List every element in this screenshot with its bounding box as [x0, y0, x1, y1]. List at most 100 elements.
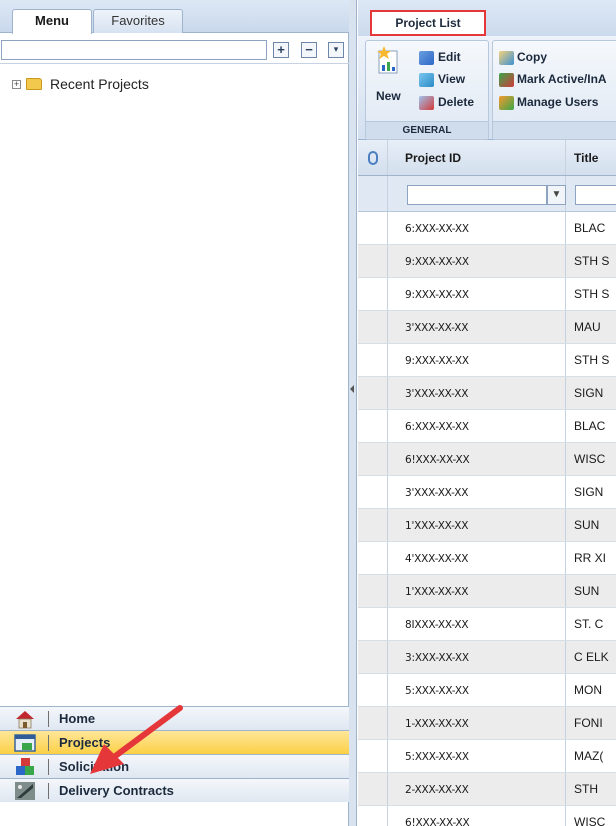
project-id-cell: 5:XXX-XX-XX: [389, 674, 566, 706]
ribbon-tab-strip: Project List: [358, 0, 616, 36]
project-id-cell: 1-XXX-XX-XX: [389, 707, 566, 739]
title-filter-input[interactable]: [575, 185, 616, 205]
attachment-cell: [358, 773, 388, 805]
delete-button[interactable]: Delete: [438, 95, 474, 109]
view-icon: [419, 73, 434, 87]
solicitation-icon: [16, 758, 34, 775]
title-cell: SUN: [574, 518, 600, 532]
menu-options-button[interactable]: ▾: [328, 42, 344, 58]
mark-active-icon: [499, 73, 514, 87]
attachment-cell: [358, 245, 388, 277]
edit-icon: [419, 51, 434, 65]
table-row[interactable]: 9:XXX-XX-XX STH S: [358, 245, 616, 278]
table-row[interactable]: 6!XXX-XX-XX WISC: [358, 806, 616, 826]
users-icon: [499, 96, 514, 110]
title-cell: WISC: [574, 452, 606, 466]
title-cell: STH S: [574, 353, 610, 367]
attachment-cell: [358, 674, 388, 706]
table-row[interactable]: 9:XXX-XX-XX STH S: [358, 344, 616, 377]
project-id-cell: 9:XXX-XX-XX: [389, 278, 566, 310]
column-header-title[interactable]: Title: [567, 140, 616, 175]
title-cell: RR XI: [574, 551, 607, 565]
tab-project-list[interactable]: Project List: [370, 10, 486, 36]
attachment-cell: [358, 212, 388, 244]
manage-users-button[interactable]: Manage Users: [517, 95, 598, 109]
project-id-cell: 3'XXX-XX-XX: [389, 476, 566, 508]
tab-favorites[interactable]: Favorites: [93, 9, 183, 33]
project-id-cell: 6!XXX-XX-XX: [389, 443, 566, 475]
expand-plus-icon[interactable]: +: [12, 80, 21, 89]
table-row[interactable]: 1'XXX-XX-XX SUN: [358, 509, 616, 542]
title-cell: MON: [574, 683, 602, 697]
edit-button[interactable]: Edit: [438, 50, 461, 64]
collapse-all-button[interactable]: −: [301, 42, 317, 58]
table-row[interactable]: 3'XXX-XX-XX SIGN: [358, 476, 616, 509]
table-row[interactable]: 6!XXX-XX-XX WISC: [358, 443, 616, 476]
table-row[interactable]: 3'XXX-XX-XX SIGN: [358, 377, 616, 410]
attachment-column-header[interactable]: [358, 140, 388, 175]
attachment-cell: [358, 344, 388, 376]
attachment-cell: [358, 311, 388, 343]
title-cell: STH S: [574, 287, 610, 301]
ribbon-group-actions: Copy Mark Active/InA Manage Users: [492, 40, 616, 140]
view-button[interactable]: View: [438, 72, 465, 86]
attachment-cell: [358, 641, 388, 673]
project-id-cell: 1'XXX-XX-XX: [389, 509, 566, 541]
project-id-cell: 2-XXX-XX-XX: [389, 773, 566, 805]
paperclip-icon: [368, 151, 378, 165]
ribbon: New Edit View Delete GENERAL Copy Mark A…: [358, 36, 616, 140]
tree-item-label: Recent Projects: [50, 76, 149, 92]
mark-active-inactive-button[interactable]: Mark Active/InA: [517, 72, 607, 86]
project-id-cell: 6:XXX-XX-XX: [389, 410, 566, 442]
project-id-cell: 9:XXX-XX-XX: [389, 245, 566, 277]
table-row[interactable]: 4'XXX-XX-XX RR XI: [358, 542, 616, 575]
panel-splitter[interactable]: [349, 0, 357, 826]
title-cell: ST. C: [574, 617, 604, 631]
title-cell: MAU: [574, 320, 601, 334]
title-cell: MAZ(: [574, 749, 604, 763]
project-id-cell: 1'XXX-XX-XX: [389, 575, 566, 607]
table-row[interactable]: 5:XXX-XX-XX MON: [358, 674, 616, 707]
attachment-cell: [358, 542, 388, 574]
table-row[interactable]: 3:XXX-XX-XX C ELK: [358, 641, 616, 674]
attachment-cell: [358, 806, 388, 826]
table-row[interactable]: 1-XXX-XX-XX FONI: [358, 707, 616, 740]
project-id-cell: 6:XXX-XX-XX: [389, 212, 566, 244]
new-button[interactable]: New: [376, 89, 401, 103]
delete-icon: [419, 96, 434, 110]
filter-icon[interactable]: ▼: [547, 185, 566, 205]
project-id-cell: 4'XXX-XX-XX: [389, 542, 566, 574]
attachment-cell: [358, 410, 388, 442]
grid-rows: 6:XXX-XX-XX BLAC 9:XXX-XX-XX STH S 9:XXX-XX-…: [358, 212, 616, 826]
title-cell: STH S: [574, 254, 610, 268]
grid-header-row: Project ID Title: [358, 140, 616, 176]
left-panel: Menu Favorites + − ▾ + Recent Projects H…: [0, 0, 349, 826]
attachment-cell: [358, 608, 388, 640]
table-row[interactable]: 2-XXX-XX-XX STH: [358, 773, 616, 806]
group-label-general: GENERAL: [366, 121, 488, 139]
table-row[interactable]: 8IXXX-XX-XX ST. C: [358, 608, 616, 641]
column-header-project-id[interactable]: Project ID: [389, 140, 566, 175]
project-id-filter-input[interactable]: [407, 185, 547, 205]
attachment-cell: [358, 476, 388, 508]
table-row[interactable]: 9:XXX-XX-XX STH S: [358, 278, 616, 311]
copy-button[interactable]: Copy: [517, 50, 547, 64]
attachment-cell: [358, 740, 388, 772]
table-row[interactable]: 3'XXX-XX-XX MAU: [358, 311, 616, 344]
title-cell: SUN: [574, 584, 600, 598]
table-row[interactable]: 6:XXX-XX-XX BLAC: [358, 410, 616, 443]
menu-search-input[interactable]: [1, 40, 267, 60]
nav-item-delivery-contracts[interactable]: Delivery Contracts: [0, 778, 349, 802]
project-id-cell: 9:XXX-XX-XX: [389, 344, 566, 376]
title-cell: WISC: [574, 815, 606, 826]
collapse-left-icon[interactable]: [350, 385, 354, 393]
table-row[interactable]: 6:XXX-XX-XX BLAC: [358, 212, 616, 245]
title-cell: STH: [574, 782, 598, 796]
expand-all-button[interactable]: +: [273, 42, 289, 58]
title-cell: BLAC: [574, 419, 606, 433]
table-row[interactable]: 1'XXX-XX-XX SUN: [358, 575, 616, 608]
tab-menu[interactable]: Menu: [12, 9, 92, 34]
table-row[interactable]: 5:XXX-XX-XX MAZ(: [358, 740, 616, 773]
ribbon-group-general: New Edit View Delete GENERAL: [365, 40, 489, 140]
project-id-cell: 6!XXX-XX-XX: [389, 806, 566, 826]
